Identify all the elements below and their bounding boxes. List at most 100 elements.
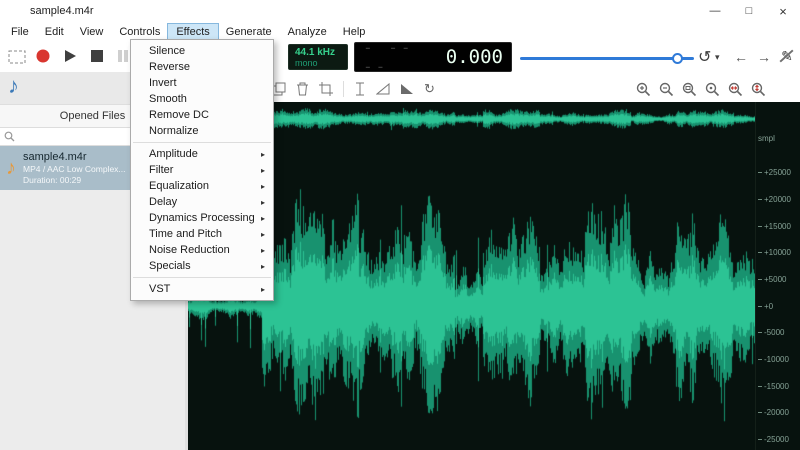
- scale-label: +25000: [758, 168, 791, 177]
- scale-label: +10000: [758, 248, 791, 257]
- submenu-arrow-icon: ▸: [260, 165, 265, 175]
- copy-icon[interactable]: [272, 82, 286, 96]
- stop-button[interactable]: [91, 50, 103, 62]
- sample-rate-value: 44.1 kHz: [295, 46, 336, 58]
- time-ghost-segments: - -- --: [363, 38, 414, 76]
- submenu-arrow-icon: ▸: [260, 229, 265, 239]
- menu-item-silence[interactable]: Silence: [131, 43, 273, 59]
- search-icon: [4, 131, 15, 142]
- channel-mode-value: mono: [295, 57, 318, 68]
- pause-button[interactable]: [117, 50, 129, 62]
- zoom-tools: [636, 82, 766, 97]
- record-button[interactable]: [36, 49, 50, 63]
- slider-track: [520, 57, 694, 60]
- waveform-area: smpl +25000 +20000 +15000 +10000 +5000 +…: [188, 102, 800, 450]
- menu-item-dynamics-processing[interactable]: Dynamics Processing ▸: [131, 210, 273, 226]
- scale-label: +5000: [758, 275, 786, 284]
- submenu-arrow-icon: ▸: [260, 181, 265, 191]
- submenu-arrow-icon: ▸: [260, 261, 265, 271]
- menu-item-filter[interactable]: Filter ▸: [131, 162, 273, 178]
- effects-menu: Silence Reverse Invert Smooth Remove DC …: [130, 39, 274, 301]
- fade-out-icon[interactable]: [400, 83, 414, 95]
- sample-rate-display: 44.1 kHz mono: [288, 44, 348, 70]
- close-button[interactable]: ×: [766, 0, 800, 22]
- scale-label: -25000: [758, 435, 789, 444]
- scale-label: +0: [758, 302, 773, 311]
- submenu-arrow-icon: ▸: [260, 149, 265, 159]
- menu-item-vst[interactable]: VST ▸: [131, 281, 273, 297]
- titlebar: sample4.m4r — □ ×: [0, 0, 800, 23]
- minimize-button[interactable]: —: [698, 0, 732, 22]
- scale-label: -20000: [758, 408, 789, 417]
- menu-item-invert[interactable]: Invert: [131, 75, 273, 91]
- menu-generate[interactable]: Generate: [218, 24, 280, 40]
- scale-label: +20000: [758, 195, 791, 204]
- scale-label: -10000: [758, 355, 789, 364]
- forward-arrow-icon[interactable]: →: [757, 49, 771, 65]
- submenu-arrow-icon: ▸: [260, 213, 265, 223]
- toolbar-separator: [343, 81, 344, 97]
- file-format: MP4 / AAC Low Complex...: [23, 164, 126, 175]
- back-arrow-icon[interactable]: ←: [734, 49, 748, 65]
- scale-label: -15000: [758, 382, 789, 391]
- scale-label: +15000: [758, 222, 791, 231]
- crop-icon[interactable]: [319, 82, 333, 96]
- slider-thumb[interactable]: [672, 53, 683, 64]
- trash-icon[interactable]: [296, 82, 309, 96]
- edit-disabled-icon[interactable]: ✎: [778, 47, 796, 65]
- file-duration: Duration: 00:29: [23, 175, 82, 186]
- submenu-arrow-icon: ▸: [260, 197, 265, 207]
- zoom-in-icon[interactable]: [636, 82, 651, 97]
- play-button[interactable]: [63, 49, 77, 63]
- maximize-button[interactable]: □: [732, 0, 766, 22]
- menu-controls[interactable]: Controls: [111, 24, 168, 40]
- wave-edit-tools: ↻: [272, 81, 435, 97]
- wave-toolbar: ↻: [188, 76, 800, 102]
- audio-note-icon: ♪: [8, 73, 19, 98]
- scale-unit-label: smpl: [758, 134, 775, 143]
- menu-effects[interactable]: Effects: [167, 22, 219, 41]
- menu-view[interactable]: View: [72, 24, 112, 40]
- menu-item-normalize[interactable]: Normalize: [131, 123, 273, 139]
- time-value: 0.000: [445, 46, 503, 68]
- menu-item-equalization[interactable]: Equalization ▸: [131, 178, 273, 194]
- submenu-arrow-icon: ▸: [260, 284, 265, 294]
- panel-title: Opened Files: [59, 110, 126, 122]
- file-name: sample4.m4r: [23, 150, 87, 163]
- menu-item-noise-reduction[interactable]: Noise Reduction ▸: [131, 242, 273, 258]
- main-toolbar: 44.1 kHz mono - -- -- 0.000 ↺ ▾ ← → ✎: [0, 38, 800, 76]
- time-display: - -- -- 0.000: [354, 38, 512, 76]
- zoom-selection-horizontal-icon[interactable]: [728, 82, 743, 97]
- menu-item-reverse[interactable]: Reverse: [131, 59, 273, 75]
- menu-edit[interactable]: Edit: [37, 24, 72, 40]
- zoom-actual-icon[interactable]: [705, 82, 720, 97]
- file-info: sample4.m4r MP4 / AAC Low Complex... Dur…: [23, 150, 126, 186]
- menu-item-delay[interactable]: Delay ▸: [131, 194, 273, 210]
- menu-separator: [133, 142, 271, 143]
- menu-item-smooth[interactable]: Smooth: [131, 91, 273, 107]
- zoom-selection-vertical-icon[interactable]: [751, 82, 766, 97]
- volume-slider[interactable]: [520, 53, 694, 65]
- history-icon[interactable]: ↺: [698, 47, 711, 67]
- menu-item-remove-dc[interactable]: Remove DC: [131, 107, 273, 123]
- menu-item-time-and-pitch[interactable]: Time and Pitch ▸: [131, 226, 273, 242]
- zoom-out-icon[interactable]: [659, 82, 674, 97]
- menu-file[interactable]: File: [3, 24, 37, 40]
- scale-label: -5000: [758, 328, 784, 337]
- menu-item-amplitude[interactable]: Amplitude ▸: [131, 146, 273, 162]
- menu-analyze[interactable]: Analyze: [280, 24, 335, 40]
- window-title: sample4.m4r: [30, 5, 94, 17]
- menu-item-specials[interactable]: Specials ▸: [131, 258, 273, 274]
- amplitude-scale: smpl +25000 +20000 +15000 +10000 +5000 +…: [755, 102, 800, 450]
- selection-tool-icon[interactable]: [8, 50, 26, 64]
- submenu-arrow-icon: ▸: [260, 245, 265, 255]
- file-note-icon: ♪: [6, 156, 16, 179]
- app-window: sample4.m4r — □ × File Edit View Control…: [0, 0, 800, 450]
- history-dropdown-icon[interactable]: ▾: [715, 52, 720, 63]
- window-controls: — □ ×: [698, 0, 800, 22]
- normalize-level-icon[interactable]: [354, 82, 366, 96]
- menu-separator: [133, 277, 271, 278]
- loop-icon[interactable]: ↻: [424, 81, 435, 97]
- zoom-fit-icon[interactable]: [682, 82, 697, 97]
- fade-in-icon[interactable]: [376, 83, 390, 95]
